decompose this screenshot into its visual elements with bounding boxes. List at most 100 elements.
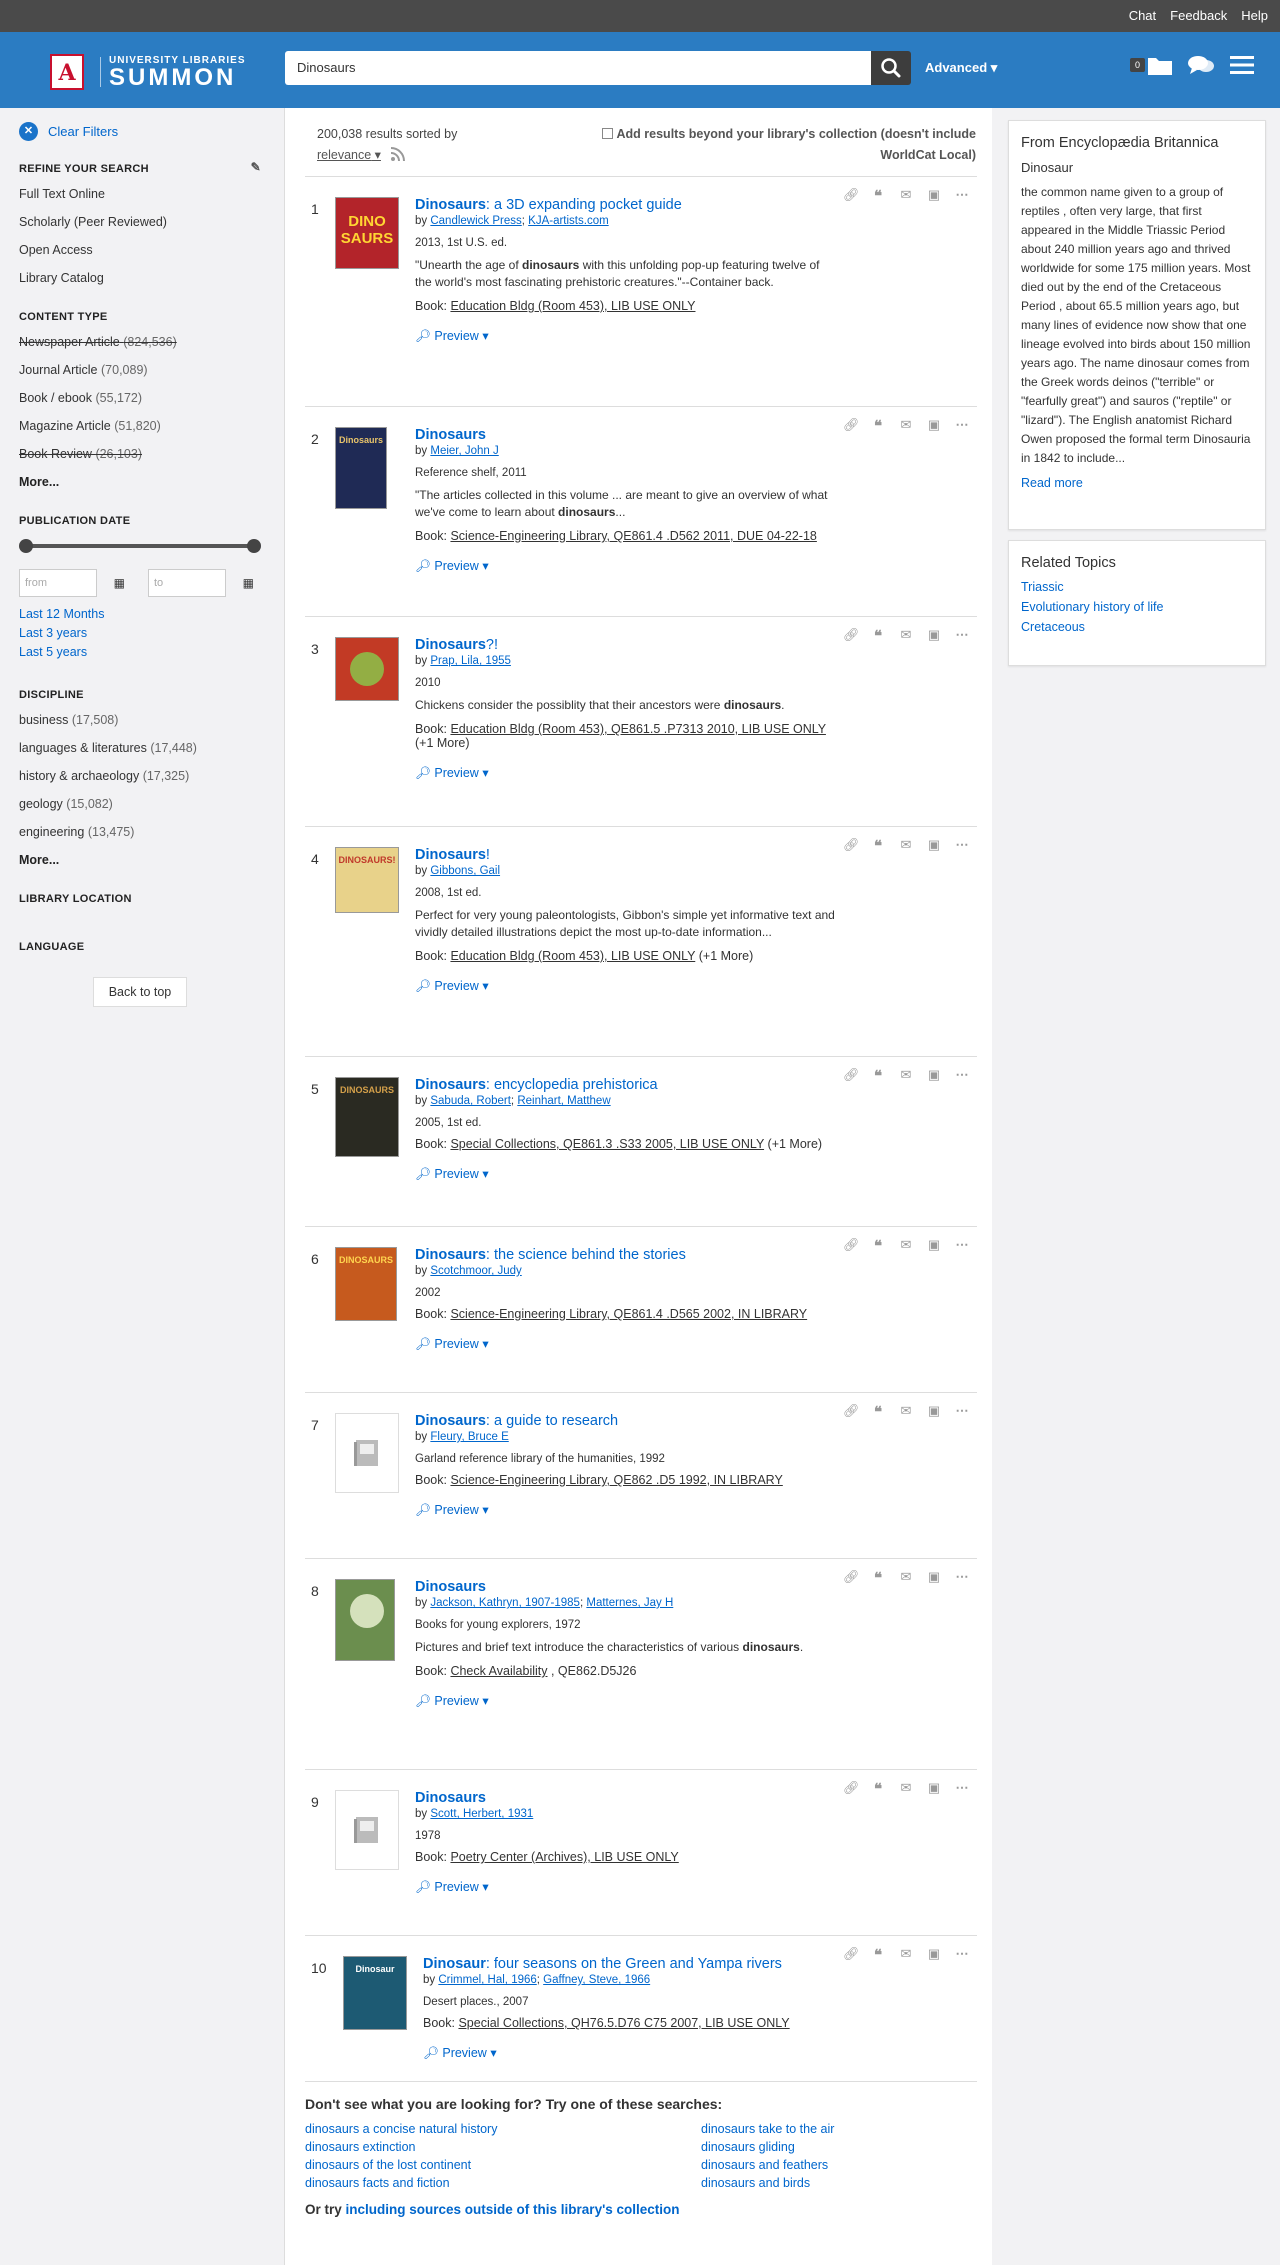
content-type-magazine[interactable]: Magazine Article (51,820) xyxy=(19,419,261,433)
more-options-icon[interactable]: ⋯ xyxy=(955,1237,969,1255)
link-icon[interactable]: 🔗︎ xyxy=(843,1067,860,1085)
date-to-input[interactable]: to xyxy=(148,569,226,597)
author-link[interactable]: Prap, Lila, 1955 xyxy=(430,655,511,667)
add-to-folder-icon[interactable]: ▣ xyxy=(927,837,941,855)
cite-icon[interactable]: ❝ xyxy=(871,1403,885,1421)
email-icon[interactable]: ✉ xyxy=(899,1403,913,1421)
rss-icon[interactable] xyxy=(390,146,406,162)
suggestion-link[interactable]: dinosaurs a concise natural history xyxy=(305,2122,701,2136)
book-cover-thumbnail[interactable]: DINOSAURS! xyxy=(335,847,399,913)
discipline-geology[interactable]: geology (15,082) xyxy=(19,797,261,811)
preview-toggle[interactable]: 🔎︎ Preview ▾ xyxy=(415,978,835,994)
content-type-book-review[interactable]: Book Review (26,103) xyxy=(19,447,261,461)
book-cover-thumbnail[interactable]: Dinosaurs xyxy=(335,427,387,509)
date-from-input[interactable]: from xyxy=(19,569,97,597)
preview-toggle[interactable]: 🔎︎ Preview ▾ xyxy=(415,1502,835,1518)
book-cover-thumbnail[interactable]: DINOSAURS xyxy=(335,1077,399,1157)
book-placeholder-icon[interactable] xyxy=(335,1790,399,1870)
content-type-book[interactable]: Book / ebook (55,172) xyxy=(19,391,261,405)
cite-icon[interactable]: ❝ xyxy=(871,1946,885,1964)
link-icon[interactable]: 🔗︎ xyxy=(843,627,860,645)
location-link[interactable]: Science-Engineering Library, QE861.4 .D5… xyxy=(450,1307,807,1321)
help-link[interactable]: Help xyxy=(1241,8,1268,23)
library-location-heading[interactable]: LIBRARY LOCATION xyxy=(19,893,261,905)
result-title-link[interactable]: Dinosaurs?! xyxy=(415,636,835,654)
book-cover-thumbnail[interactable]: DINO SAURS xyxy=(335,197,399,269)
discipline-history[interactable]: history & archaeology (17,325) xyxy=(19,769,261,783)
suggestion-link[interactable]: dinosaurs gliding xyxy=(701,2140,961,2154)
suggestion-link[interactable]: dinosaurs facts and fiction xyxy=(305,2176,701,2190)
author-link[interactable]: Jackson, Kathryn, 1907-1985 xyxy=(430,1597,580,1609)
result-title-link[interactable]: Dinosaurs xyxy=(415,1789,835,1807)
book-cover-thumbnail[interactable]: DINOSAURS xyxy=(335,1247,397,1321)
location-link[interactable]: Education Bldg (Room 453), LIB USE ONLY xyxy=(450,299,695,313)
search-button[interactable] xyxy=(871,51,911,85)
preview-toggle[interactable]: 🔎︎ Preview ▾ xyxy=(415,1879,835,1895)
location-link[interactable]: Education Bldg (Room 453), QE861.5 .P731… xyxy=(450,722,825,736)
date-last-5-years[interactable]: Last 5 years xyxy=(19,645,261,659)
link-icon[interactable]: 🔗︎ xyxy=(843,1946,860,1964)
link-icon[interactable]: 🔗︎ xyxy=(843,1237,860,1255)
link-icon[interactable]: 🔗︎ xyxy=(843,1403,860,1421)
refine-library-catalog[interactable]: Library Catalog xyxy=(19,271,261,285)
language-heading[interactable]: LANGUAGE xyxy=(19,941,261,953)
link-icon[interactable]: 🔗︎ xyxy=(843,417,860,435)
author-link[interactable]: KJA-artists.com xyxy=(528,215,609,227)
preview-toggle[interactable]: 🔎︎ Preview ▾ xyxy=(415,1166,835,1182)
author-link[interactable]: Candlewick Press xyxy=(430,215,521,227)
email-icon[interactable]: ✉ xyxy=(899,837,913,855)
preview-toggle[interactable]: 🔎︎ Preview ▾ xyxy=(415,765,835,781)
slider-handle-max[interactable] xyxy=(247,539,261,553)
email-icon[interactable]: ✉ xyxy=(899,1946,913,1964)
more-options-icon[interactable]: ⋯ xyxy=(955,187,969,205)
edit-pencil-icon[interactable]: ✎ xyxy=(251,160,261,174)
related-topic-link[interactable]: Evolutionary history of life xyxy=(1021,600,1253,614)
result-title-link[interactable]: Dinosaurs xyxy=(415,426,835,444)
add-to-folder-icon[interactable]: ▣ xyxy=(927,1780,941,1798)
clear-filters-button[interactable]: ✕ Clear Filters xyxy=(19,122,261,141)
feedback-link[interactable]: Feedback xyxy=(1170,8,1227,23)
search-input[interactable]: Dinosaurs xyxy=(285,51,871,85)
cite-icon[interactable]: ❝ xyxy=(871,837,885,855)
location-link[interactable]: Check Availability xyxy=(450,1664,547,1678)
author-link[interactable]: Gaffney, Steve, 1966 xyxy=(543,1974,650,1986)
location-link[interactable]: Special Collections, QE861.3 .S33 2005, … xyxy=(450,1137,764,1151)
summon-logo[interactable]: A UNIVERSITY LIBRARIES SUMMON xyxy=(50,52,246,92)
result-title-link[interactable]: Dinosaur: four seasons on the Green and … xyxy=(423,1955,843,1973)
more-options-icon[interactable]: ⋯ xyxy=(955,627,969,645)
date-last-12-months[interactable]: Last 12 Months xyxy=(19,607,261,621)
add-to-folder-icon[interactable]: ▣ xyxy=(927,417,941,435)
email-icon[interactable]: ✉ xyxy=(899,417,913,435)
more-options-icon[interactable]: ⋯ xyxy=(955,1067,969,1085)
add-to-folder-icon[interactable]: ▣ xyxy=(927,627,941,645)
email-icon[interactable]: ✉ xyxy=(899,187,913,205)
result-title-link[interactable]: Dinosaurs! xyxy=(415,846,835,864)
calendar-icon[interactable]: ▦ xyxy=(236,569,261,597)
chat-link[interactable]: Chat xyxy=(1129,8,1156,23)
add-to-folder-icon[interactable]: ▣ xyxy=(927,1237,941,1255)
result-title-link[interactable]: Dinosaurs: encyclopedia prehistorica xyxy=(415,1076,835,1094)
suggestion-link[interactable]: dinosaurs and feathers xyxy=(701,2158,961,2172)
outside-sources-link[interactable]: including sources outside of this librar… xyxy=(346,2202,680,2217)
more-options-icon[interactable]: ⋯ xyxy=(955,1569,969,1587)
beyond-collection-checkbox[interactable]: Add results beyond your library's collec… xyxy=(566,124,976,166)
more-options-icon[interactable]: ⋯ xyxy=(955,417,969,435)
date-last-3-years[interactable]: Last 3 years xyxy=(19,626,261,640)
cite-icon[interactable]: ❝ xyxy=(871,1780,885,1798)
location-link[interactable]: Science-Engineering Library, QE862 .D5 1… xyxy=(450,1473,782,1487)
discipline-languages[interactable]: languages & literatures (17,448) xyxy=(19,741,261,755)
author-link[interactable]: Meier, John J xyxy=(430,445,498,457)
cite-icon[interactable]: ❝ xyxy=(871,1067,885,1085)
suggestion-link[interactable]: dinosaurs extinction xyxy=(305,2140,701,2154)
cite-icon[interactable]: ❝ xyxy=(871,1569,885,1587)
author-link[interactable]: Sabuda, Robert xyxy=(430,1095,511,1107)
menu-icon[interactable] xyxy=(1229,54,1255,76)
result-title-link[interactable]: Dinosaurs xyxy=(415,1578,835,1596)
result-title-link[interactable]: Dinosaurs: the science behind the storie… xyxy=(415,1246,835,1264)
preview-toggle[interactable]: 🔎︎ Preview ▾ xyxy=(415,1693,835,1709)
related-topic-link[interactable]: Triassic xyxy=(1021,580,1253,594)
refine-open-access[interactable]: Open Access xyxy=(19,243,261,257)
checkbox[interactable] xyxy=(601,128,613,139)
author-link[interactable]: Gibbons, Gail xyxy=(430,865,500,877)
discipline-more-link[interactable]: More... xyxy=(19,853,261,867)
